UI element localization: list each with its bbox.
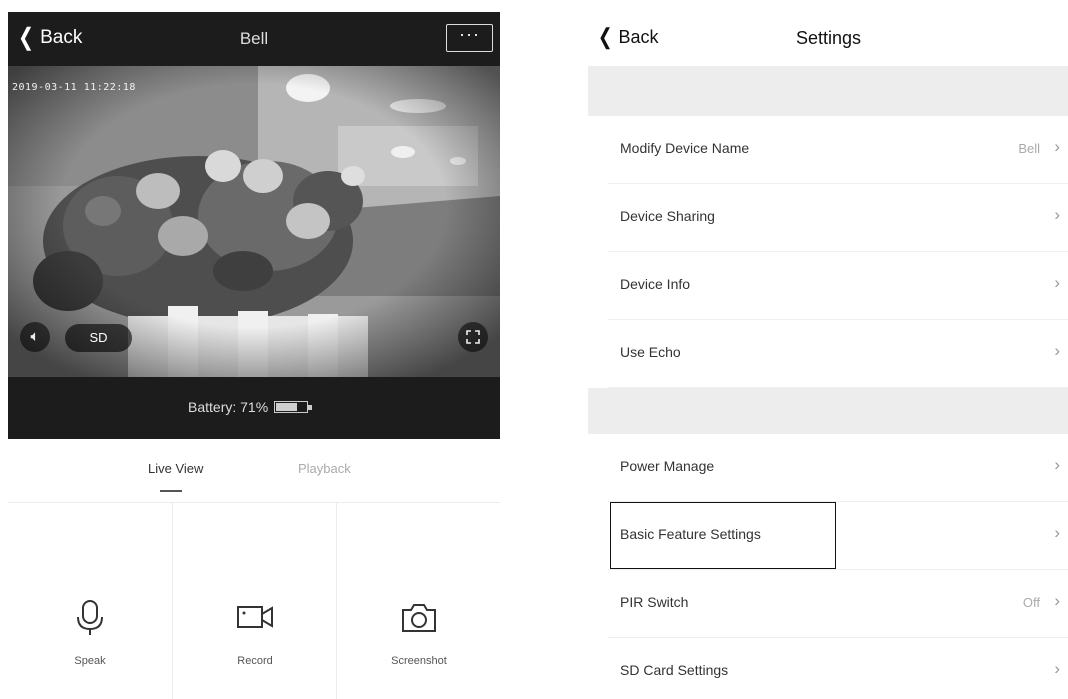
speak-button[interactable]: Speak [8,503,172,699]
chevron-right-icon: › [1054,137,1060,156]
battery-level-fill [276,403,297,411]
page-title: Settings [796,28,862,48]
battery-bar: Battery: 71% [8,377,500,439]
settings-row-device-info[interactable]: Device Info › [588,252,1068,320]
live-view-screen: ❮ Back Bell ··· 2019-03-11 11:22:18 🔈︎ S… [8,12,500,699]
fullscreen-button[interactable] [458,322,488,352]
battery-tip [308,405,313,410]
row-label: Use Echo [620,344,681,360]
section-divider [588,66,1068,116]
action-panel: Speak Record Screenshot [8,503,500,699]
active-tab-indicator [160,490,182,492]
row-label: Power Manage [620,458,715,474]
settings-row-device-sharing[interactable]: Device Sharing › [588,184,1068,252]
row-label: PIR Switch [620,594,689,610]
speak-label: Speak [74,655,106,667]
speaker-icon: 🔈︎ [30,328,40,345]
row-value: Bell [1018,141,1040,156]
battery-icon [274,401,313,413]
battery-label: Battery: 71% [188,399,269,415]
tab-playback[interactable]: Playback [298,461,351,476]
settings-row-sd-card-settings[interactable]: SD Card Settings › [588,638,1068,699]
row-value: Off [1022,595,1040,610]
battery-status: Battery: 71% [188,399,313,415]
quality-toggle-button[interactable]: SD [65,324,132,352]
settings-header: ❮ Back Settings [588,12,1068,64]
settings-row-use-echo[interactable]: Use Echo › [588,320,1068,388]
video-camera-icon [237,606,273,628]
section-divider [588,388,1068,434]
row-label: Device Sharing [620,208,715,224]
settings-row-power-manage[interactable]: Power Manage › [588,434,1068,502]
chevron-right-icon: › [1054,341,1060,360]
camera-icon [402,604,436,632]
screenshot-label: Screenshot [391,655,447,667]
fullscreen-icon [466,330,480,344]
microphone-icon [77,600,103,635]
chevron-left-icon: ❮ [597,24,613,49]
top-bar: ❮ Back Bell ··· [8,12,500,66]
row-label: Device Info [620,276,691,292]
highlight-box [610,502,836,569]
screenshot-button[interactable]: Screenshot [336,503,500,699]
device-title: Bell [239,29,269,48]
row-label: Modify Device Name [620,140,750,156]
camera-feed[interactable]: 2019-03-11 11:22:18 🔈︎ SD [8,66,500,377]
chevron-right-icon: › [1054,205,1060,224]
chevron-right-icon: › [1054,659,1060,678]
mute-button[interactable]: 🔈︎ [20,322,50,352]
settings-row-modify-device-name[interactable]: Modify Device Name Bell › [588,116,1068,184]
chevron-right-icon: › [1054,273,1060,292]
tab-live-view[interactable]: Live View [148,461,203,476]
video-timestamp: 2019-03-11 11:22:18 [12,82,136,93]
view-tabs: Live View Playback [8,439,500,503]
record-label: Record [237,655,273,667]
row-label: SD Card Settings [620,662,729,678]
back-label: Back [618,26,659,47]
settings-screen: ❮ Back Settings Modify Device Name Bell … [588,12,1068,699]
settings-row-pir-switch[interactable]: PIR Switch Off › [588,570,1068,638]
chevron-right-icon: › [1054,455,1060,474]
record-button[interactable]: Record [172,503,336,699]
chevron-right-icon: › [1054,523,1060,542]
more-options-button[interactable]: ··· [446,24,493,52]
chevron-right-icon: › [1054,591,1060,610]
back-button[interactable]: ❮ Back [596,24,659,49]
